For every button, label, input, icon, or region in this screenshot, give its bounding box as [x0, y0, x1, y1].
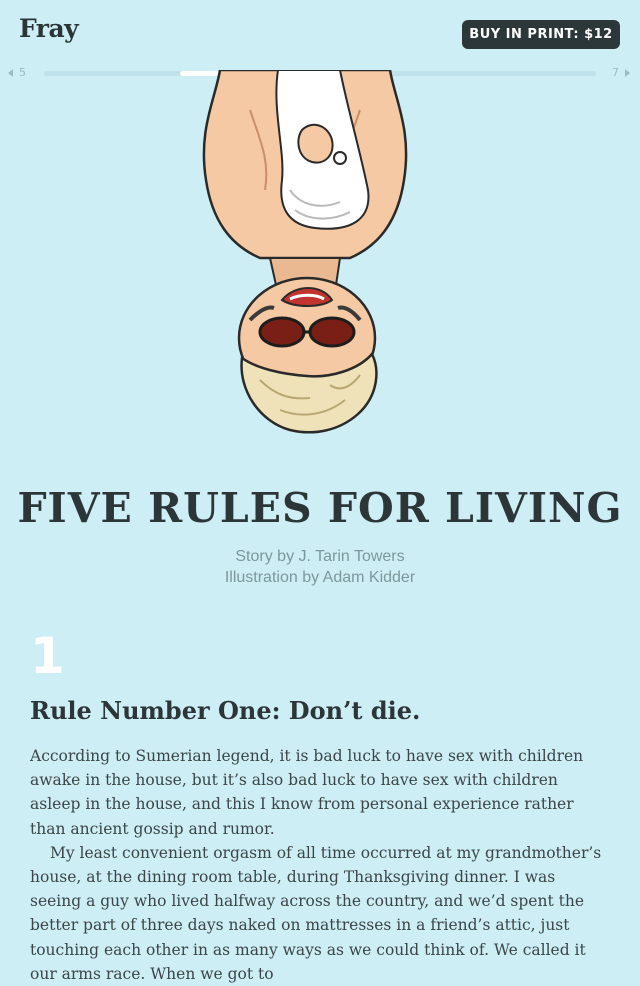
story-illustration [202, 70, 408, 434]
story-title: FIVE RULES FOR LIVING [17, 484, 623, 532]
body-paragraph: My least convenient orgasm of all time o… [30, 843, 602, 983]
story-credit: Story by J. Tarin Towers [235, 548, 405, 565]
site-logo[interactable]: Fray [19, 14, 79, 43]
previous-page-link[interactable]: 5 [8, 66, 26, 80]
illustration-credit: Illustration by Adam Kidder [224, 569, 416, 586]
triangle-right-icon [625, 69, 630, 77]
top-bar: Fray BUY IN PRINT: $12 [0, 0, 640, 66]
body-paragraph: According to Sumerian legend, it is bad … [30, 747, 584, 838]
byline: Story by J. Tarin Towers Illustration by… [0, 546, 640, 588]
section-number: 1 [30, 627, 65, 685]
section-heading: Rule Number One: Don’t die. [30, 696, 421, 725]
story-body: According to Sumerian legend, it is bad … [30, 744, 610, 986]
previous-page-number: 5 [19, 66, 26, 79]
next-page-link[interactable]: 7 [612, 66, 630, 80]
buy-in-print-button[interactable]: BUY IN PRINT: $12 [462, 20, 620, 49]
next-page-number: 7 [612, 66, 619, 79]
triangle-left-icon [8, 69, 13, 77]
